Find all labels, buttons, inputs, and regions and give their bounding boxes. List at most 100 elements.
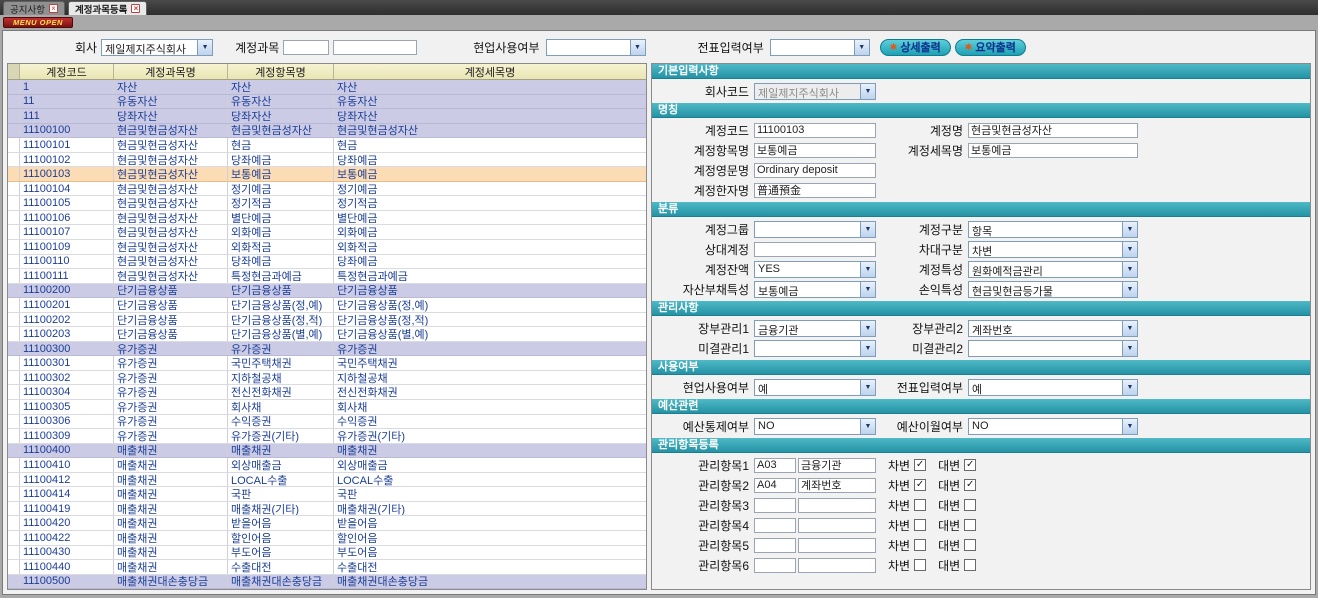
credit-checkbox[interactable]	[964, 539, 976, 551]
table-row[interactable]: 11100101현금및현금성자산현금현금	[8, 138, 646, 153]
table-row[interactable]: 11100104현금및현금성자산정기예금정기예금	[8, 182, 646, 197]
table-row[interactable]: 11100309유가증권유가증권(기타)유가증권(기타)	[8, 429, 646, 444]
tab-item[interactable]: 공지사항×	[3, 1, 65, 15]
table-row[interactable]: 11100106현금및현금성자산별단예금별단예금	[8, 211, 646, 226]
credit-checkbox[interactable]: ✓	[964, 459, 976, 471]
credit-checkbox[interactable]	[964, 559, 976, 571]
table-row[interactable]: 11100202단기금융상품단기금융상품(정,적)단기금융상품(정,적)	[8, 313, 646, 328]
pending2-select[interactable]: ▼	[968, 340, 1138, 357]
mgmt-item-code-input[interactable]	[754, 458, 796, 473]
english-name-input[interactable]	[754, 163, 876, 178]
mgmt-item-code-input[interactable]	[754, 478, 796, 493]
table-row[interactable]: 11100301유가증권국민주택채권국민주택채권	[8, 356, 646, 371]
tab-close-icon[interactable]: ×	[131, 4, 140, 13]
table-row[interactable]: 1자산자산자산	[8, 80, 646, 95]
table-row[interactable]: 11100400매출채권매출채권매출채권	[8, 444, 646, 459]
table-row[interactable]: 11100100현금및현금성자산현금및현금성자산현금및현금성자산	[8, 124, 646, 139]
column-header-code[interactable]: 계정코드	[20, 64, 114, 79]
column-header-subject[interactable]: 계정과목명	[114, 64, 228, 79]
pl-trait-select[interactable]: 현금및현금등가물 ▼	[968, 281, 1138, 298]
table-row[interactable]: 11100412매출채권LOCAL수출LOCAL수출	[8, 473, 646, 488]
mgmt-item-name-input[interactable]	[798, 478, 876, 493]
column-header-item[interactable]: 계정항목명	[228, 64, 334, 79]
credit-checkbox[interactable]: ✓	[964, 479, 976, 491]
table-row[interactable]: 11유동자산유동자산유동자산	[8, 95, 646, 110]
budget-control-select[interactable]: NO ▼	[754, 418, 876, 435]
debit-checkbox[interactable]: ✓	[914, 479, 926, 491]
table-row[interactable]: 11100103현금및현금성자산보통예금보통예금	[8, 167, 646, 182]
pending1-select[interactable]: ▼	[754, 340, 876, 357]
account-code-input[interactable]	[754, 123, 876, 138]
table-row[interactable]: 11100410매출채권외상매출금외상매출금	[8, 458, 646, 473]
account-group-select[interactable]: ▼	[754, 221, 876, 238]
table-row[interactable]: 11100200단기금융상품단기금융상품단기금융상품	[8, 284, 646, 299]
credit-checkbox[interactable]	[964, 499, 976, 511]
account-trait-select[interactable]: 원화예적금관리 ▼	[968, 261, 1138, 278]
table-row[interactable]: 11100302유가증권지하철공채지하철공채	[8, 371, 646, 386]
table-row[interactable]: 11100111현금및현금성자산특정현금과예금특정현금과예금	[8, 269, 646, 284]
ledger2-select[interactable]: 계좌번호 ▼	[968, 320, 1138, 337]
table-row[interactable]: 11100430매출채권부도어음부도어음	[8, 546, 646, 561]
debit-checkbox[interactable]: ✓	[914, 459, 926, 471]
debit-checkbox[interactable]	[914, 559, 926, 571]
mgmt-item-code-input[interactable]	[754, 498, 796, 513]
table-row[interactable]: 11100201단기금융상품단기금융상품(정,예)단기금융상품(정,예)	[8, 298, 646, 313]
mgmt-item-code-input[interactable]	[754, 558, 796, 573]
slip-entry-select[interactable]: 예 ▼	[968, 379, 1138, 396]
budget-carry-select[interactable]: NO ▼	[968, 418, 1138, 435]
table-row[interactable]: 11100109현금및현금성자산외화적금외화적금	[8, 240, 646, 255]
counter-account-input[interactable]	[754, 242, 876, 257]
table-row[interactable]: 11100110현금및현금성자산당좌예금당좌예금	[8, 255, 646, 270]
debit-checkbox[interactable]	[914, 539, 926, 551]
cell-code: 11100304	[20, 385, 114, 399]
detail-print-button[interactable]: ✱ 상세출력	[880, 39, 951, 56]
table-row[interactable]: 11100102현금및현금성자산당좌예금당좌예금	[8, 153, 646, 168]
debit-checkbox[interactable]	[914, 499, 926, 511]
item-name-input[interactable]	[754, 143, 876, 158]
table-row[interactable]: 11100305유가증권회사채회사채	[8, 400, 646, 415]
tab-item[interactable]: 계정과목등록×	[68, 1, 147, 15]
hanja-name-input[interactable]	[754, 183, 876, 198]
table-row[interactable]: 11100203단기금융상품단기금융상품(별,예)단기금융상품(별,예)	[8, 327, 646, 342]
summary-print-button[interactable]: ✱ 요약출력	[955, 39, 1026, 56]
table-row[interactable]: 11100107현금및현금성자산외화예금외화예금	[8, 225, 646, 240]
table-row[interactable]: 11100300유가증권유가증권유가증권	[8, 342, 646, 357]
account-name-filter-input[interactable]	[333, 40, 417, 55]
credit-checkbox[interactable]	[964, 519, 976, 531]
debit-checkbox[interactable]	[914, 519, 926, 531]
table-row[interactable]: 11100500매출채권대손충당금매출채권대손충당금매출채권대손충당금	[8, 575, 646, 590]
company-select[interactable]: 제일제지주식회사 ▼	[101, 39, 213, 56]
detail-name-input[interactable]	[968, 143, 1138, 158]
mgmt-item-name-input[interactable]	[798, 498, 876, 513]
dc-div-select[interactable]: 차변 ▼	[968, 241, 1138, 258]
row-selector	[8, 429, 20, 443]
menu-open-button[interactable]: MENU OPEN	[3, 17, 73, 28]
account-name-input[interactable]	[968, 123, 1138, 138]
table-row[interactable]: 11100105현금및현금성자산정기적금정기적금	[8, 196, 646, 211]
table-row[interactable]: 11100306유가증권수익증권수익증권	[8, 415, 646, 430]
mgmt-item-code-input[interactable]	[754, 518, 796, 533]
mgmt-item-name-input[interactable]	[798, 518, 876, 533]
account-code-filter-input[interactable]	[283, 40, 329, 55]
slip-entry-filter-select[interactable]: ▼	[770, 39, 870, 56]
table-row[interactable]: 11100420매출채권받을어음받을어음	[8, 516, 646, 531]
mgmt-item-name-input[interactable]	[798, 458, 876, 473]
tab-close-icon[interactable]: ×	[49, 4, 58, 13]
mgmt-item-name-input[interactable]	[798, 538, 876, 553]
mgmt-item-name-input[interactable]	[798, 558, 876, 573]
table-row[interactable]: 11100304유가증권전신전화채권전신전화채권	[8, 385, 646, 400]
mgmt-item-code-input[interactable]	[754, 538, 796, 553]
cell-item: 특정현금과예금	[228, 269, 334, 283]
account-balance-select[interactable]: YES ▼	[754, 261, 876, 278]
asset-trait-select[interactable]: 보통예금 ▼	[754, 281, 876, 298]
table-row[interactable]: 11100440매출채권수출대전수출대전	[8, 560, 646, 575]
table-row[interactable]: 11100419매출채권매출채권(기타)매출채권(기타)	[8, 502, 646, 517]
column-header-detail[interactable]: 계정세목명	[334, 64, 646, 79]
biz-use-select[interactable]: 예 ▼	[754, 379, 876, 396]
table-row[interactable]: 11100414매출채권국판국판	[8, 487, 646, 502]
ledger1-select[interactable]: 금융기관 ▼	[754, 320, 876, 337]
business-use-filter-select[interactable]: ▼	[546, 39, 646, 56]
account-div-select[interactable]: 항목 ▼	[968, 221, 1138, 238]
table-row[interactable]: 111당좌자산당좌자산당좌자산	[8, 109, 646, 124]
table-row[interactable]: 11100422매출채권할인어음할인어음	[8, 531, 646, 546]
